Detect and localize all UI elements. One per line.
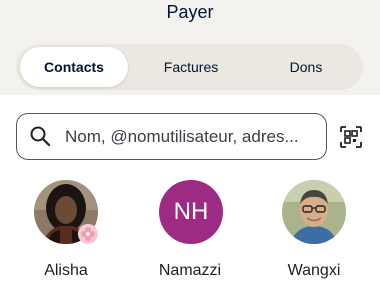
- contact-name: Alisha: [44, 262, 88, 279]
- contact-name: Namazzi: [158, 262, 222, 279]
- qr-scan-icon[interactable]: [339, 125, 363, 149]
- tab-contacts[interactable]: Contacts: [20, 47, 128, 87]
- search-icon: [30, 126, 51, 147]
- header-area: Payer Contacts Factures Dons: [0, 0, 380, 95]
- search-input[interactable]: Nom, @nomutilisateur, adres...: [16, 113, 327, 160]
- contact-name: Wangxi: [287, 262, 341, 279]
- tab-factures[interactable]: Factures: [136, 47, 246, 87]
- search-placeholder: Nom, @nomutilisateur, adres...: [65, 127, 299, 146]
- avatar-initials: NH: [159, 180, 223, 244]
- avatar: [282, 180, 346, 244]
- page-title: Payer: [166, 2, 214, 22]
- tab-dons[interactable]: Dons: [256, 47, 356, 87]
- tab-bar: Contacts Factures Dons: [16, 44, 363, 90]
- flower-badge-icon: [78, 224, 98, 244]
